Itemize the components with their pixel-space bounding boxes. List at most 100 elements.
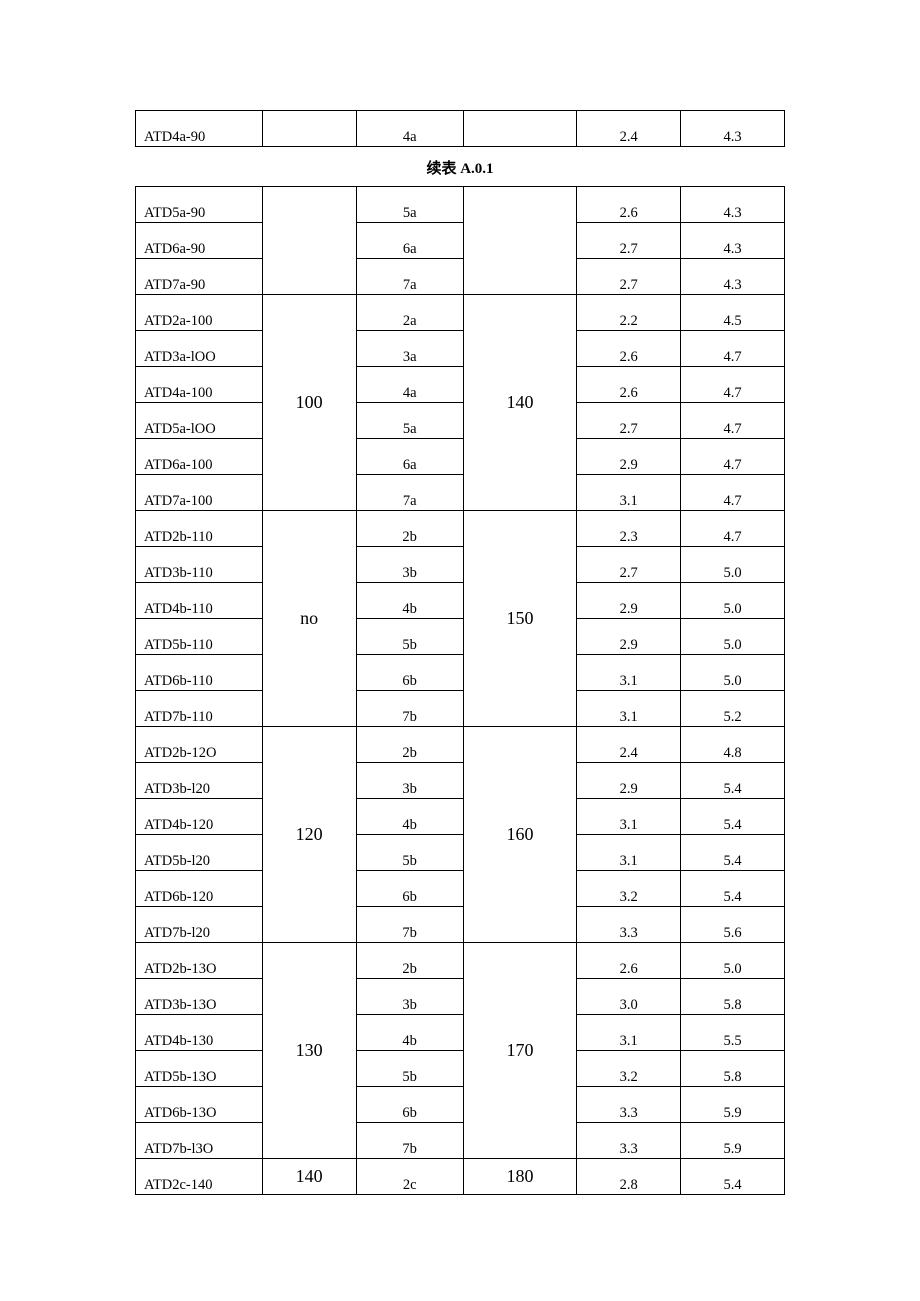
table-cell: 2.6 [577,187,681,223]
main-table: ATD5a-905a2.64.3ATD6a-906a2.74.3ATD7a-90… [135,186,785,1195]
table-cell: 7b [356,691,463,727]
table-cell: 3a [356,331,463,367]
table-row: ATD3b-13O3b3.05.8 [136,979,785,1015]
table-cell: 5.5 [681,1015,785,1051]
table-cell: 2.7 [577,223,681,259]
table-cell: ATD7b-l3O [136,1123,263,1159]
table-cell: 2.9 [577,583,681,619]
table-row: ATD4a-90 4a 2.44.3 [136,111,785,147]
table-cell: no [262,511,356,727]
table-cell: ATD4b-120 [136,799,263,835]
table-cell: 3.1 [577,1015,681,1051]
table-row: ATD3b-l203b2.95.4 [136,763,785,799]
table-cell: 6a [356,439,463,475]
table-row: ATD4b-110 4b 2.95.0 [136,583,785,619]
table-row: ATD2a-1001002a1402.24.5 [136,295,785,331]
table-cell: ATD2c-140 [136,1159,263,1195]
table-cell: 2.4 [577,111,681,147]
table-row: ATD5b-l205b3.15.4 [136,835,785,871]
table-row: ATD3b-1103b2.75.0 [136,547,785,583]
table-cell: ATD5b-110 [136,619,263,655]
table-cell: ATD6b-13O [136,1087,263,1123]
table-cell: 150 [463,511,577,727]
table-cell: 5.2 [681,691,785,727]
table-cell: ATD3b-l20 [136,763,263,799]
table-cell: 5a [356,403,463,439]
table-cell: 2.3 [577,511,681,547]
table-cell: 7a [356,259,463,295]
table-cell [262,187,356,295]
table-cell: ATD6a-100 [136,439,263,475]
table-cell: ATD3b-13O [136,979,263,1015]
table-cell: 2a [356,295,463,331]
table-cell: ATD4a-90 [136,111,263,147]
table-cell: 3.2 [577,1051,681,1087]
table-cell: 5b [356,835,463,871]
table-cell: ATD2b-13O [136,943,263,979]
table-cell: 130 [262,943,356,1159]
table-row: ATD7b-l3O7b3.35.9 [136,1123,785,1159]
table-cell: 5.4 [681,763,785,799]
table-cell: 2.9 [577,619,681,655]
table-cell: 5.4 [681,871,785,907]
table-cell: 3.0 [577,979,681,1015]
table-cell: 5.8 [681,1051,785,1087]
table-cell: ATD4b-110 [136,583,263,619]
table-cell: 2b [356,727,463,763]
table-cell: 100 [262,295,356,511]
table-cell: ATD4b-130 [136,1015,263,1051]
table-cell: 3.1 [577,475,681,511]
table-cell: 5.0 [681,547,785,583]
table-cell: ATD7a-100 [136,475,263,511]
table-row: ATD5b-110 5b 2.95.0 [136,619,785,655]
table-cell: 2.8 [577,1159,681,1195]
table-cell: ATD5a-lOO [136,403,263,439]
table-cell: ATD3a-lOO [136,331,263,367]
table-row: ATD4b-1204b3.15.4 [136,799,785,835]
table-cell: 2.2 [577,295,681,331]
table-cell: 2.6 [577,331,681,367]
table-cell: 6a [356,223,463,259]
table-cell: 5.0 [681,619,785,655]
table-cell: 2c [356,1159,463,1195]
table-row: ATD7a-907a2.74.3 [136,259,785,295]
table-cell: 5b [356,1051,463,1087]
table-cell: 6b [356,871,463,907]
table-cell: 3.2 [577,871,681,907]
table-row: ATD6a-1006a2.94.7 [136,439,785,475]
table-cell: ATD4a-100 [136,367,263,403]
table-cell: 2b [356,511,463,547]
table-cell: 180 [463,1159,577,1195]
table-cell [463,111,577,147]
table-cell: ATD3b-110 [136,547,263,583]
table-cell: 3.1 [577,799,681,835]
table-row: ATD5a-905a2.64.3 [136,187,785,223]
continuation-caption: 续表 A.0.1 [135,157,785,178]
table-cell: 3.1 [577,655,681,691]
table-cell: 4b [356,583,463,619]
table-cell: 3.3 [577,1123,681,1159]
table-cell: 4a [356,111,463,147]
table-row: ATD5a-lOO5a2.74.7 [136,403,785,439]
table-cell: 5b [356,619,463,655]
table-cell: 4.7 [681,475,785,511]
table-cell: ATD7b-110 [136,691,263,727]
table-cell: 7b [356,907,463,943]
table-cell: 5.0 [681,943,785,979]
table-row: ATD6b-13O6b3.35.9 [136,1087,785,1123]
table-cell: 5.4 [681,799,785,835]
table-cell: 2.4 [577,727,681,763]
table-row: ATD7b-l207b3.35.6 [136,907,785,943]
table-cell: 4.3 [681,111,785,147]
table-cell: 3b [356,763,463,799]
table-cell: ATD7a-90 [136,259,263,295]
table-cell: 2.6 [577,943,681,979]
table-cell: 5.0 [681,583,785,619]
table-row: ATD4b-1304b3.15.5 [136,1015,785,1051]
table-cell: 4.7 [681,331,785,367]
table-cell: 3.3 [577,1087,681,1123]
table-cell: 140 [463,295,577,511]
table-cell: 4.7 [681,439,785,475]
table-cell: 6b [356,655,463,691]
table-cell: ATD2b-110 [136,511,263,547]
